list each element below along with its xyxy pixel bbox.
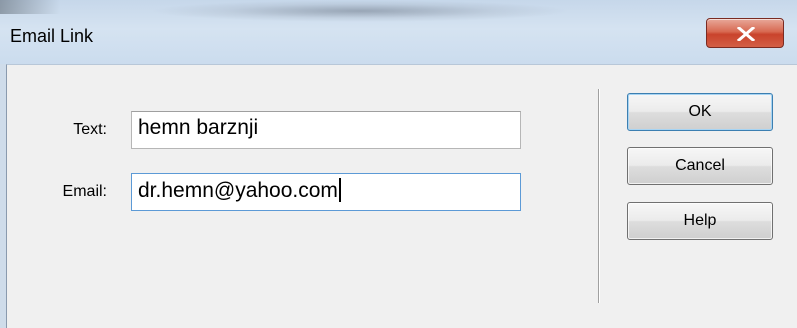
dialog-body: Text: hemn barznji Email: dr.hemn@yahoo.… <box>6 64 797 328</box>
help-button[interactable]: Help <box>627 202 773 240</box>
title-bar: Email Link <box>0 0 797 64</box>
close-button[interactable] <box>706 18 784 48</box>
text-input[interactable]: hemn barznji <box>131 111 521 149</box>
window-title: Email Link <box>10 26 94 46</box>
close-icon <box>737 27 755 41</box>
text-input-value: hemn barznji <box>138 116 259 139</box>
email-input[interactable]: dr.hemn@yahoo.com <box>131 173 521 211</box>
ok-button[interactable]: OK <box>627 93 773 131</box>
email-label: Email: <box>62 183 107 200</box>
title-bar-glare <box>150 0 570 22</box>
vertical-separator <box>598 89 600 303</box>
title-bar-shadow <box>0 0 60 14</box>
email-input-value: dr.hemn@yahoo.com <box>138 179 338 202</box>
cancel-button[interactable]: Cancel <box>627 147 773 185</box>
text-caret <box>338 178 341 202</box>
text-label: Text: <box>73 121 107 138</box>
